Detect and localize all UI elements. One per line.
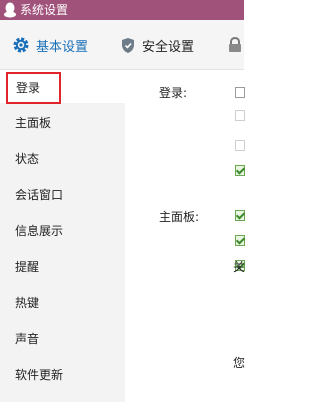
sidebar-item-login[interactable]: 登录 [6, 72, 61, 104]
login-section-label: 登录: [159, 86, 188, 100]
tab-basic-settings[interactable]: 基本设置 [12, 20, 88, 70]
shield-icon [122, 37, 134, 53]
tab-basic-settings-label: 基本设置 [36, 39, 89, 55]
gear-icon [13, 37, 29, 53]
sidebar-item-chat-window[interactable]: 会话窗口 [0, 177, 125, 213]
settings-sidebar: 登录 主面板 状态 会话窗口 信息展示 提醒 热键 声音 软件更新 [0, 70, 125, 402]
sidebar-item-info-display[interactable]: 信息展示 [0, 213, 125, 249]
main-panel-section-label: 主面板: [159, 210, 200, 224]
sidebar-item-sound[interactable]: 声音 [0, 321, 125, 357]
panel-option-checkbox-2[interactable] [235, 235, 245, 246]
title-bar: 系统设置 [0, 0, 244, 20]
qq-logo-icon [4, 2, 16, 18]
tab-privacy-partial[interactable] [228, 20, 242, 70]
sidebar-item-reminder[interactable]: 提醒 [0, 249, 125, 285]
lock-icon [229, 37, 241, 52]
settings-content: 登录: 主面板: 关 您 [125, 70, 246, 402]
tab-security-settings[interactable]: 安全设置 [120, 20, 194, 70]
sidebar-item-main-panel[interactable]: 主面板 [0, 105, 125, 141]
tab-bar: 基本设置 安全设置 [0, 20, 244, 70]
login-option-checkbox-1[interactable] [235, 87, 245, 98]
login-option-checkbox-2[interactable] [235, 110, 245, 121]
truncated-text-2: 您 [233, 356, 246, 370]
login-option-checkbox-3[interactable] [235, 140, 245, 151]
sidebar-item-status[interactable]: 状态 [0, 141, 125, 177]
sidebar-item-software-update[interactable]: 软件更新 [0, 357, 125, 393]
login-option-checkbox-4[interactable] [235, 165, 245, 176]
truncated-text-1: 关 [233, 260, 246, 274]
panel-option-checkbox-1[interactable] [235, 210, 245, 221]
sidebar-item-hotkeys[interactable]: 热键 [0, 285, 125, 321]
window-title: 系统设置 [20, 3, 69, 17]
tab-security-settings-label: 安全设置 [142, 39, 195, 55]
